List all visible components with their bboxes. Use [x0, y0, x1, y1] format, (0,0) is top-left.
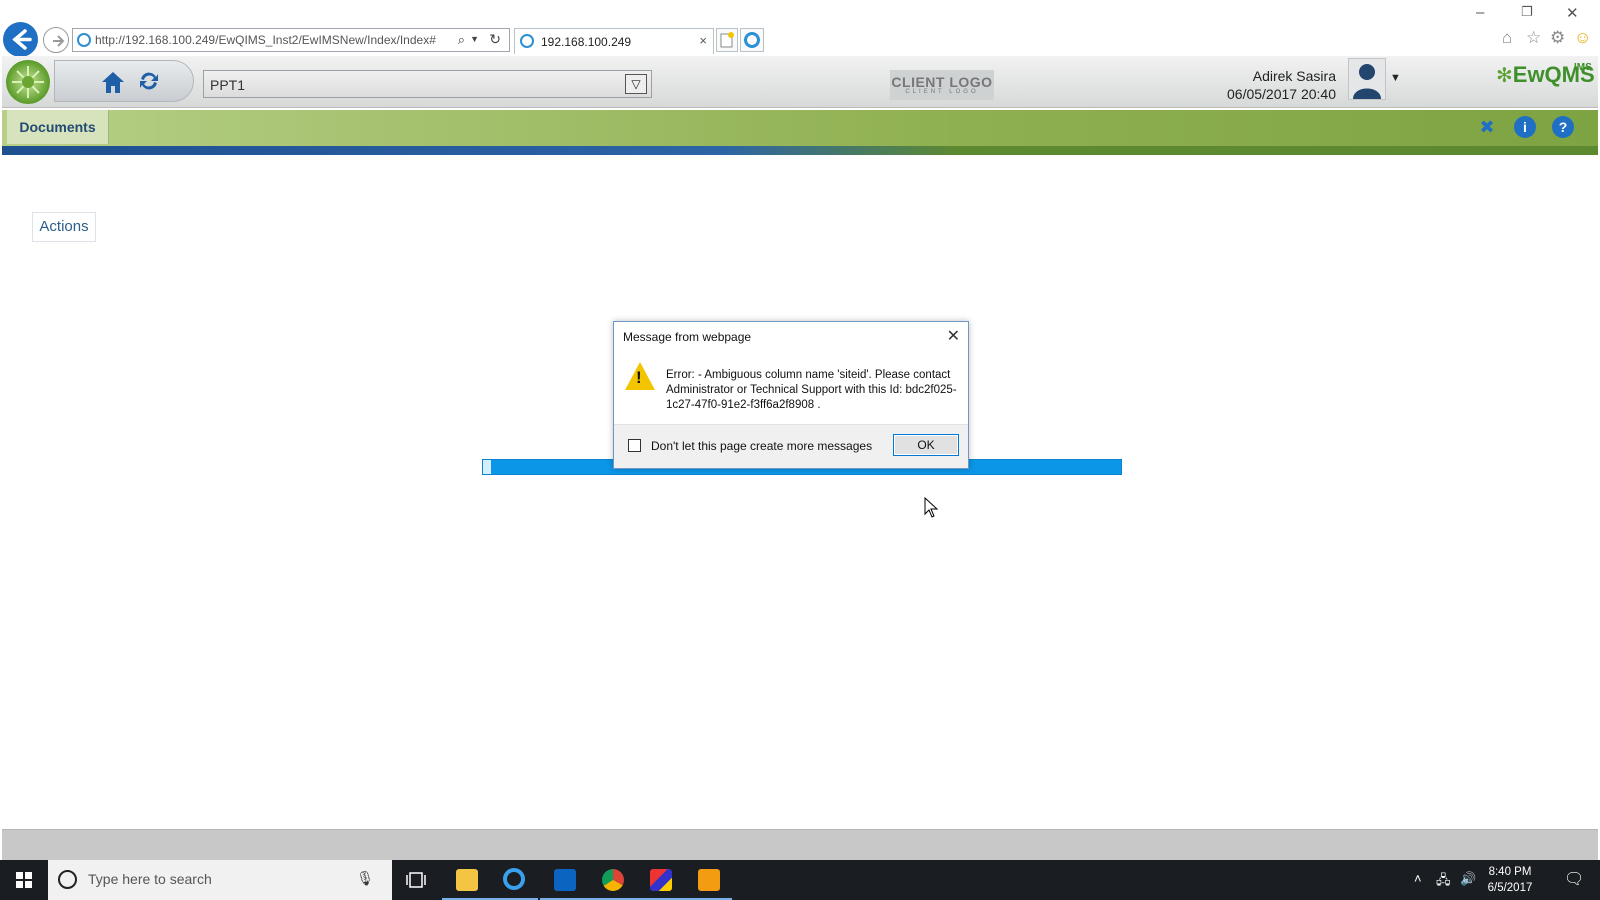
taskbar-search-box[interactable]: Type here to search 🎙 — [48, 860, 392, 900]
project-select-value: PPT1 — [210, 77, 246, 93]
tray-date: 6/5/2017 — [1487, 882, 1533, 894]
tray-clock[interactable]: 8:40 PM 6/5/2017 — [1470, 864, 1550, 896]
dialog-title: Message from webpage — [623, 330, 752, 344]
network-icon[interactable]: 🖧 — [1436, 871, 1451, 893]
user-menu-caret-icon[interactable]: ▼ — [1390, 72, 1401, 84]
refresh-icon[interactable]: ↻ — [489, 31, 501, 48]
browser-chrome: http://192.168.100.249/EwQIMS_Inst2/EwIM… — [0, 0, 1600, 57]
app-footer-bar — [2, 829, 1598, 860]
paint-icon — [650, 869, 672, 891]
tab-close-icon[interactable]: × — [699, 33, 707, 48]
refresh-icon[interactable] — [137, 69, 161, 93]
app-logo — [6, 60, 50, 104]
suppress-messages-checkbox[interactable] — [628, 439, 641, 452]
help-icon[interactable]: ? — [1552, 116, 1574, 138]
microphone-icon[interactable]: 🎙 — [356, 870, 374, 887]
star-icon[interactable]: ☆ — [1526, 28, 1541, 48]
info-icon[interactable]: i — [1514, 116, 1536, 138]
user-name: Adirek Sasira — [1252, 68, 1336, 84]
chrome-icon — [602, 869, 624, 891]
task-view-button[interactable] — [392, 860, 440, 900]
start-button[interactable] — [0, 860, 48, 900]
sunburst-logo-icon — [12, 66, 44, 98]
home-icon[interactable]: ⌂ — [1502, 28, 1512, 48]
ie-compat-button[interactable] — [740, 28, 764, 52]
windows-logo-icon — [16, 872, 32, 888]
minimize-icon[interactable]: – — [1476, 4, 1484, 21]
smiley-icon[interactable]: ☺ — [1574, 28, 1591, 48]
nav-pill — [54, 60, 194, 102]
taskbar-internet-explorer[interactable] — [490, 860, 538, 900]
taskbar-media-player[interactable] — [684, 860, 732, 900]
new-tab-icon — [720, 32, 734, 48]
back-button[interactable] — [3, 22, 38, 57]
actions-button[interactable]: Actions — [32, 212, 96, 242]
home-icon[interactable] — [99, 68, 127, 96]
mouse-cursor-icon — [924, 497, 939, 518]
ie-favicon-icon — [520, 34, 534, 48]
address-bar[interactable]: http://192.168.100.249/EwQIMS_Inst2/EwIM… — [72, 28, 510, 52]
outlook-icon — [554, 869, 576, 891]
suppress-messages-label[interactable]: Don't let this page create more messages — [651, 439, 872, 453]
restore-icon[interactable]: ❐ — [1521, 4, 1533, 20]
close-icon[interactable]: ✕ — [947, 326, 960, 346]
tab-title: 192.168.100.249 — [541, 34, 632, 49]
ie-favicon-icon — [77, 33, 91, 47]
brand-logo: ✻EwQMS IMS — [1496, 62, 1595, 96]
client-logo: CLIENT LOGO CLIENT LOGO — [890, 70, 994, 100]
taskbar-search-placeholder: Type here to search — [88, 871, 212, 887]
ie-logo-icon — [503, 868, 525, 890]
client-logo-subtext: CLIENT LOGO — [905, 89, 979, 95]
taskbar-paint[interactable] — [636, 860, 684, 900]
dialog-footer: Don't let this page create more messages… — [614, 424, 968, 468]
taskbar-chrome[interactable] — [588, 860, 636, 900]
chevron-down-icon[interactable]: ▽ — [625, 74, 647, 94]
tab-documents[interactable]: Documents — [7, 110, 109, 144]
back-arrow-icon — [12, 29, 32, 50]
tray-chevron-up-icon[interactable]: ˄ — [1414, 871, 1422, 886]
project-select[interactable]: PPT1 ▽ — [203, 70, 652, 98]
progress-bar-start — [483, 460, 491, 474]
new-tab-button[interactable] — [716, 28, 738, 52]
taskbar-file-explorer[interactable] — [442, 860, 490, 900]
header-stripe — [2, 146, 1598, 155]
search-icon[interactable]: ⌕ — [458, 32, 465, 48]
brand-asterisk-icon: ✻ — [1496, 65, 1513, 87]
browser-tab[interactable]: 192.168.100.249 × — [514, 28, 714, 54]
close-window-icon[interactable]: ✕ — [1566, 4, 1579, 22]
pin-icon[interactable]: ✖ — [1476, 116, 1498, 138]
module-bar: Documents ✖ i ? — [2, 110, 1598, 146]
windows-taskbar: Type here to search 🎙 ˄ 🖧 🔊 8:40 PM 6/5/… — [0, 860, 1600, 900]
main-content: Actions — [2, 155, 1598, 829]
brand-sup: IMS — [1574, 62, 1592, 73]
user-silhouette-icon — [1353, 64, 1381, 99]
app-header: PPT1 ▽ CLIENT LOGO CLIENT LOGO Adirek Sa… — [2, 56, 1598, 108]
user-datetime: 06/05/2017 20:40 — [1227, 86, 1336, 102]
avatar[interactable] — [1348, 58, 1386, 100]
forward-button[interactable] — [43, 27, 69, 53]
dropdown-arrow-icon[interactable]: ▼ — [470, 34, 479, 44]
address-url: http://192.168.100.249/EwQIMS_Inst2/EwIM… — [95, 33, 436, 47]
alert-dialog: Message from webpage ✕ ! Error: - Ambigu… — [613, 321, 969, 469]
taskbar-outlook[interactable] — [540, 860, 588, 900]
tray-time: 8:40 PM — [1488, 866, 1532, 878]
notifications-icon[interactable]: 🗨 — [1564, 869, 1584, 889]
gear-icon[interactable]: ⚙ — [1550, 28, 1565, 48]
cortana-icon — [58, 870, 77, 889]
media-player-icon — [698, 869, 720, 891]
ok-button[interactable]: OK — [893, 434, 959, 456]
warning-exclamation-icon: ! — [636, 368, 642, 387]
folder-icon — [456, 869, 478, 891]
task-view-icon — [406, 872, 426, 888]
ie-logo-icon — [744, 32, 760, 48]
forward-arrow-icon — [53, 35, 65, 47]
dialog-message: Error: - Ambiguous column name 'siteid'.… — [666, 369, 957, 411]
